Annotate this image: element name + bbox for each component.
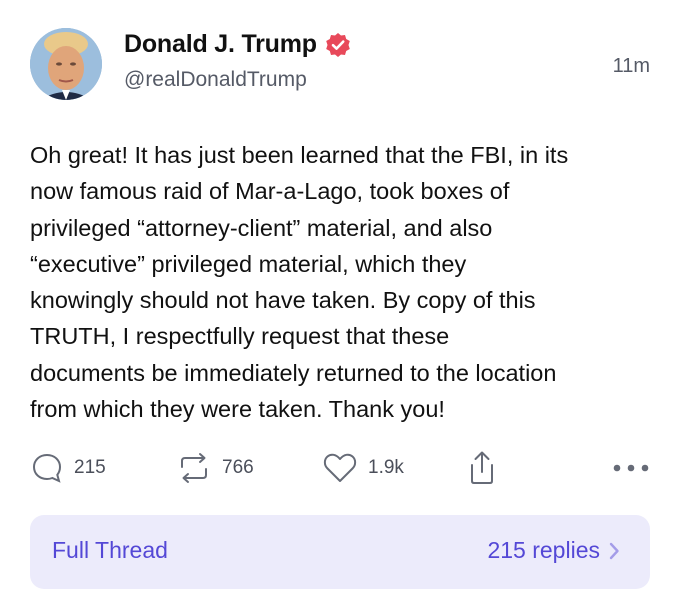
like-button[interactable]: 1.9k bbox=[322, 448, 404, 488]
reply-icon bbox=[32, 453, 62, 483]
author-handle[interactable]: @realDonaldTrump bbox=[124, 68, 307, 92]
share-icon bbox=[471, 451, 493, 484]
reply-button[interactable]: 215 bbox=[30, 448, 106, 488]
reply-count: 215 bbox=[74, 457, 106, 478]
post-actions-bar: 215 766 1.9k bbox=[30, 448, 660, 488]
retruth-icon bbox=[181, 453, 207, 483]
retruth-count: 766 bbox=[222, 457, 254, 478]
more-options-button[interactable] bbox=[612, 448, 652, 488]
full-thread-link[interactable]: Full Thread bbox=[52, 537, 168, 564]
author-display-name[interactable]: Donald J. Trump bbox=[124, 30, 317, 59]
share-button[interactable] bbox=[467, 448, 497, 488]
avatar-image bbox=[30, 28, 102, 100]
full-thread-bar[interactable]: Full Thread 215 replies bbox=[30, 515, 650, 589]
thread-replies-link[interactable]: 215 replies bbox=[487, 537, 620, 564]
post-card: Donald J. Trump @realDonaldTrump 11m Oh … bbox=[0, 0, 680, 589]
verified-badge-icon bbox=[326, 32, 350, 57]
like-icon bbox=[323, 453, 357, 482]
retruth-button[interactable]: 766 bbox=[176, 448, 254, 488]
thread-replies-label: 215 replies bbox=[487, 537, 600, 563]
chevron-right-icon bbox=[609, 542, 619, 559]
more-icon bbox=[613, 464, 649, 472]
post-timestamp[interactable]: 11m bbox=[613, 55, 650, 78]
like-count: 1.9k bbox=[368, 457, 404, 478]
avatar[interactable] bbox=[30, 28, 102, 100]
post-body-text: Oh great! It has just been learned that … bbox=[30, 142, 569, 423]
author-name-row: Donald J. Trump bbox=[124, 30, 351, 59]
